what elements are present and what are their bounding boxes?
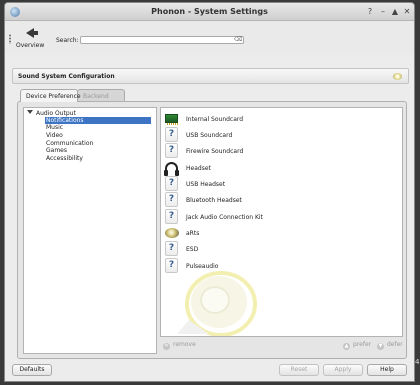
remove-icon: ✕ [163,343,170,350]
device-label: aRts [186,230,200,237]
device-item[interactable]: ? Pulseaudio [163,258,401,274]
unknown-device-icon: ? [165,176,178,191]
back-arrow-icon [26,28,38,38]
device-label: Jack Audio Connection Kit [186,214,263,221]
device-list[interactable]: Internal Soundcard ? USB Soundcard ? Fir… [160,107,403,337]
tree-item-label: Audio Output [36,110,76,117]
tree-item-communication[interactable]: Communication [45,140,93,147]
device-label: Pulseaudio [186,263,219,270]
help-button[interactable]: Help [367,364,407,376]
arrow-down-icon: ▼ [377,343,384,350]
device-label: Bluetooth Headset [186,197,242,204]
tree-item-accessibility[interactable]: Accessibility [45,155,83,162]
device-label: USB Headset [186,181,226,188]
toolbar: Overview Search: ⌫ [5,21,414,53]
device-item[interactable]: ? Jack Audio Connection Kit [163,209,401,225]
device-item[interactable]: ? ESD [163,241,401,257]
tree-item-notifications[interactable]: Notifications [45,117,151,124]
headset-icon [164,162,179,176]
button-bar: Defaults Reset Apply Help [5,360,414,381]
speaker-icon [165,228,179,238]
device-item[interactable]: Headset [163,160,401,176]
remove-label: remove [173,341,196,348]
unknown-device-icon: ? [165,209,178,224]
device-item[interactable]: ? Firewire Soundcard [163,143,401,159]
search-input[interactable]: ⌫ [80,36,244,44]
defer-button[interactable]: ▼ defer [377,341,403,350]
prefer-button[interactable]: ▲ prefer [343,341,371,350]
device-label: USB Soundcard [186,132,233,139]
device-item[interactable]: aRts [163,225,401,241]
close-icon[interactable]: ✕ [403,8,411,16]
defer-label: defer [387,341,403,348]
help-icon[interactable]: ? [366,8,374,16]
category-tree[interactable]: Audio Output Notifications Music Video C… [23,107,157,354]
unknown-device-icon: ? [165,192,178,207]
title-bar[interactable]: Phonon - System Settings ? – ▲ ✕ [5,3,414,21]
tree-item-games[interactable]: Games [45,147,67,154]
device-item[interactable]: ? USB Soundcard [163,127,401,143]
toolbar-grip-icon[interactable] [9,34,11,44]
device-item[interactable]: Internal Soundcard [163,111,401,127]
search-label: Search: [56,37,79,44]
speaker-icon [393,72,403,81]
settings-window: Phonon - System Settings ? – ▲ ✕ Overvie… [4,2,415,382]
soundcard-icon [165,114,178,125]
prefer-label: prefer [353,341,372,348]
desktop-edge-text: 4 [415,358,420,366]
device-label: Firewire Soundcard [186,148,244,155]
tab-panel: Audio Output Notifications Music Video C… [17,101,407,359]
device-label: ESD [186,246,199,253]
reset-button[interactable]: Reset [279,364,319,376]
unknown-device-icon: ? [165,143,178,158]
clear-search-icon[interactable]: ⌫ [234,37,242,43]
device-label: Internal Soundcard [186,116,244,123]
expand-arrow-icon[interactable] [27,110,33,114]
tree-item-music[interactable]: Music [45,124,63,131]
unknown-device-icon: ? [165,258,178,273]
minimize-icon[interactable]: – [379,8,387,16]
window-title: Phonon - System Settings [151,7,268,16]
maximize-icon[interactable]: ▲ [391,8,399,16]
unknown-device-icon: ? [165,127,178,142]
tree-item-video[interactable]: Video [45,132,63,139]
arrow-up-icon: ▲ [343,343,350,350]
device-actions: ✕ remove ▲ prefer ▼ defer [160,340,403,352]
overview-label: Overview [16,42,45,49]
tree-item-audio-output[interactable]: Audio Output [27,110,76,117]
device-item[interactable]: ? USB Headset [163,176,401,192]
tab-device-preference[interactable]: Device Preference [20,89,81,102]
remove-button[interactable]: ✕ remove [163,341,196,350]
device-label: Headset [186,165,211,172]
device-item[interactable]: ? Bluetooth Headset [163,192,401,208]
module-title: Sound System Configuration [18,73,115,80]
defaults-button[interactable]: Defaults [12,364,52,376]
apply-button[interactable]: Apply [323,364,363,376]
overview-button[interactable]: Overview [16,27,44,53]
unknown-device-icon: ? [165,241,178,256]
module-header: Sound System Configuration [12,68,409,84]
